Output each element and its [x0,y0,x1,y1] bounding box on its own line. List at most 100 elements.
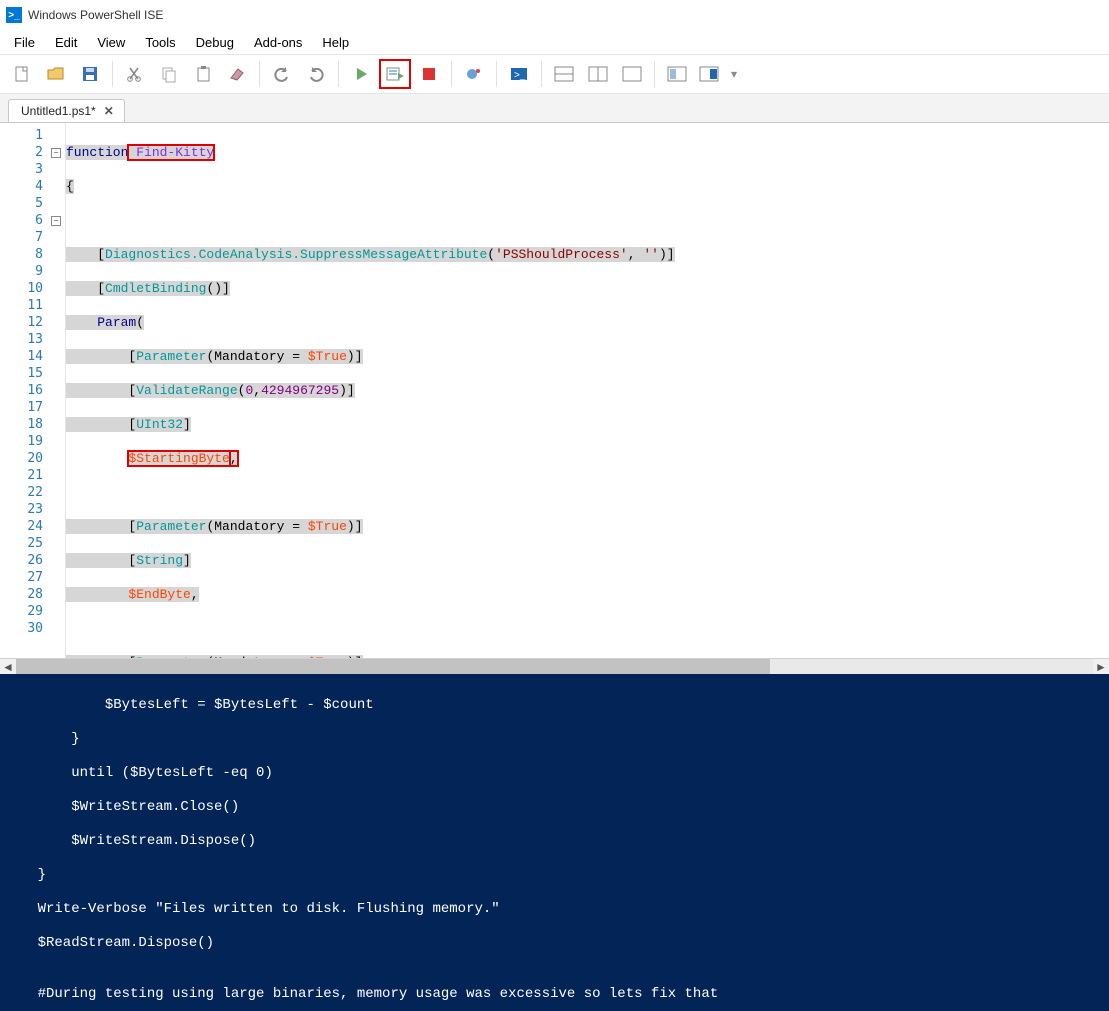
line-number: 7 [35,230,43,245]
remote-tab-icon: >_ [509,65,529,83]
toolbar-separator [654,61,655,87]
open-button[interactable] [40,59,72,89]
line-number: 9 [35,264,43,279]
toolbar-separator [496,61,497,87]
console-line: $ReadStream.Dispose() [4,935,1105,952]
line-number: 19 [27,434,43,449]
run-selection-button[interactable] [379,59,411,89]
script-editor[interactable]: 1 2− 3 4 5 6− 7 8 9 10 11 12 13 14 15 16… [0,122,1109,674]
redo-button[interactable] [300,59,332,89]
code-line: [ValidateRange(0,4294967295)] [66,382,1109,399]
line-number: 21 [27,468,43,483]
undo-icon [273,65,291,83]
save-button[interactable] [74,59,106,89]
stop-icon [421,66,437,82]
line-number: 27 [27,570,43,585]
window-title: Windows PowerShell ISE [28,8,163,22]
toolbar-separator [451,61,452,87]
line-number: 30 [27,621,43,636]
breakpoint-button[interactable] [458,59,490,89]
code-line: [Diagnostics.CodeAnalysis.SuppressMessag… [66,246,1109,263]
console-line: #During testing using large binaries, me… [4,986,1105,1003]
code-line: [Parameter(Mandatory = $True)] [66,348,1109,365]
folder-open-icon [46,65,66,83]
eraser-icon [228,65,246,83]
line-number: 16 [27,383,43,398]
show-script-button[interactable] [661,59,693,89]
line-number: 15 [27,366,43,381]
copy-button[interactable] [153,59,185,89]
save-icon [81,65,99,83]
code-area[interactable]: function Find-Kitty { [Diagnostics.CodeA… [66,123,1109,674]
code-line: { [66,178,1109,195]
tab-strip: Untitled1.ps1* ✕ [0,94,1109,122]
code-line: [Parameter(Mandatory = $True)] [66,518,1109,535]
breakpoint-icon [465,65,483,83]
clipboard-icon [194,65,212,83]
layout1-button[interactable] [548,59,580,89]
show-command-button[interactable] [695,59,727,89]
line-number: 29 [27,604,43,619]
line-number: 3 [35,162,43,177]
menu-tools[interactable]: Tools [135,32,185,53]
menu-edit[interactable]: Edit [45,32,87,53]
toolbar-overflow-icon[interactable]: ▾ [729,67,737,81]
code-line: Param( [66,314,1109,331]
cut-button[interactable] [119,59,151,89]
code-line: [String] [66,552,1109,569]
fold-toggle[interactable]: − [51,148,61,158]
layout-top-icon [554,66,574,82]
console-pane[interactable]: $BytesLeft = $BytesLeft - $count } until… [0,674,1109,1011]
line-number: 13 [27,332,43,347]
menu-addons[interactable]: Add-ons [244,32,312,53]
tab-untitled1[interactable]: Untitled1.ps1* ✕ [8,99,125,122]
copy-icon [160,65,178,83]
layout-full-icon [622,66,642,82]
new-button[interactable] [6,59,38,89]
code-line: [UInt32] [66,416,1109,433]
scroll-left-icon[interactable]: ◄ [0,659,16,675]
line-number: 5 [35,196,43,211]
line-number: 12 [27,315,43,330]
tab-label: Untitled1.ps1* [21,104,96,118]
toolbar-separator [338,61,339,87]
horizontal-scrollbar[interactable]: ◄ ► [0,658,1109,674]
scroll-right-icon[interactable]: ► [1093,659,1109,675]
tab-close-button[interactable]: ✕ [104,104,114,118]
paste-button[interactable] [187,59,219,89]
line-number: 2 [35,145,43,160]
toolbar-separator [112,61,113,87]
svg-text:>_: >_ [514,70,526,81]
code-line: function Find-Kitty [66,144,1109,161]
console-line: Write-Verbose "Files written to disk. Fl… [4,901,1105,918]
console-line: $BytesLeft = $BytesLeft - $count [4,697,1105,714]
menu-view[interactable]: View [87,32,135,53]
menu-help[interactable]: Help [312,32,359,53]
console-line: until ($BytesLeft -eq 0) [4,765,1105,782]
code-line [66,484,1109,501]
line-number: 4 [35,179,43,194]
code-line: [CmdletBinding()] [66,280,1109,297]
layout-side-icon [588,66,608,82]
fold-toggle[interactable]: − [51,216,61,226]
new-remote-tab-button[interactable]: >_ [503,59,535,89]
layout2-button[interactable] [582,59,614,89]
line-number: 14 [27,349,43,364]
toolbar-separator [259,61,260,87]
scrollbar-thumb[interactable] [16,659,770,674]
line-number: 11 [27,298,43,313]
console-line: $WriteStream.Close() [4,799,1105,816]
clear-button[interactable] [221,59,253,89]
layout3-button[interactable] [616,59,648,89]
code-line: $EndByte, [66,586,1109,603]
stop-button[interactable] [413,59,445,89]
undo-button[interactable] [266,59,298,89]
toolbar-separator [541,61,542,87]
menu-debug[interactable]: Debug [186,32,244,53]
menu-file[interactable]: File [4,32,45,53]
line-number-gutter: 1 2− 3 4 5 6− 7 8 9 10 11 12 13 14 15 16… [0,123,66,674]
run-button[interactable] [345,59,377,89]
scrollbar-track[interactable] [16,659,1093,674]
code-line: $StartingByte, [66,450,1109,467]
line-number: 10 [27,281,43,296]
